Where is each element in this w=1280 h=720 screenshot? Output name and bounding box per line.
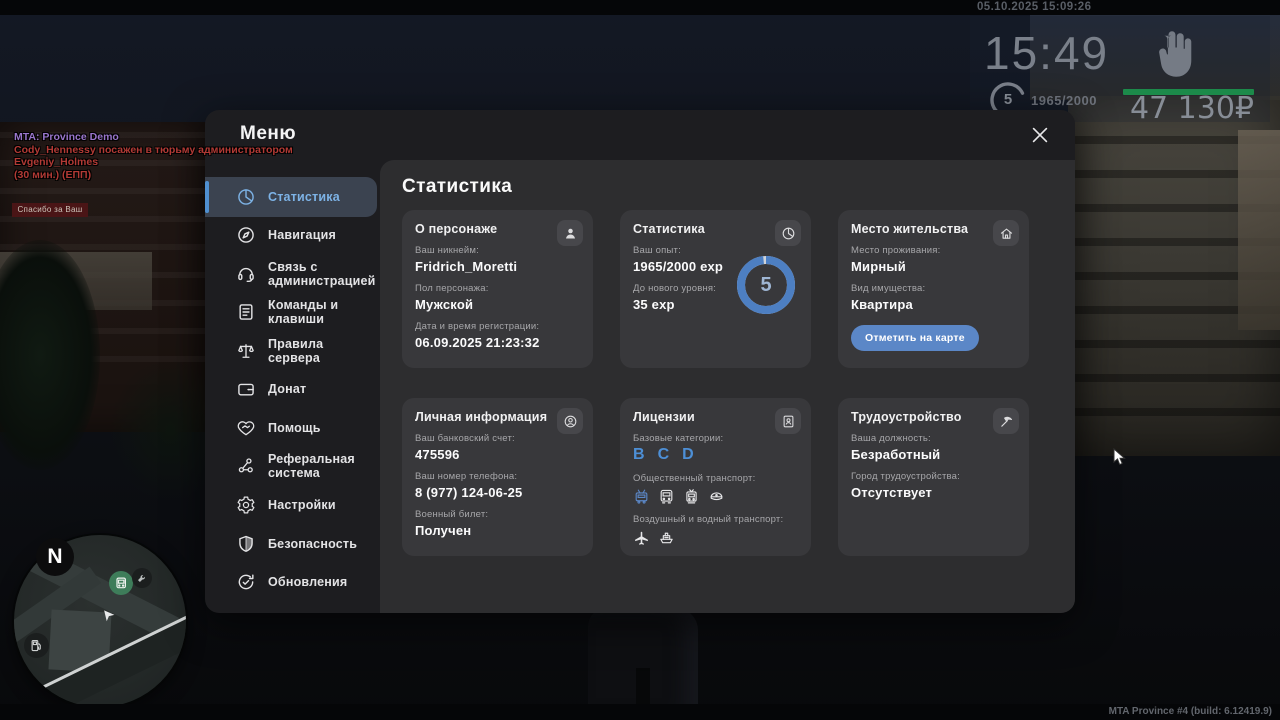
license-category-b: B [633, 446, 645, 464]
chat-line-admin-action: Cody_Hennessy посажен в тюрьму администр… [14, 144, 366, 169]
refresh-check-icon [236, 572, 256, 592]
shield-icon [236, 534, 256, 554]
mouse-cursor [1113, 448, 1127, 466]
gear-icon [236, 495, 256, 515]
bottom-bar [0, 704, 1280, 720]
boat-icon [658, 529, 675, 546]
menu-window: Меню Статистика Навигация Связь с админи… [205, 110, 1075, 613]
card-licenses: Лицензии Базовые категории: B C D Общест… [620, 398, 811, 556]
person-circle-icon [557, 408, 583, 434]
chat-line-admin-action-2: (30 мин.) (ЕПП) [14, 169, 366, 182]
sidebar-item-donate[interactable]: Донат [205, 370, 377, 408]
id-card-icon [775, 408, 801, 434]
hud-clock: 15:49 [984, 26, 1109, 80]
headset-icon [236, 264, 256, 284]
scene-banner-text: Спасибо за Ваш [12, 203, 88, 217]
pie-chart-icon [775, 220, 801, 246]
mark-on-map-button[interactable]: Отметить на карте [851, 325, 979, 351]
card-residence: Место жительства Место проживания: Мирны… [838, 210, 1029, 368]
scene-tower [1238, 130, 1280, 330]
raised-fist-icon [1146, 28, 1198, 84]
sidebar-item-security[interactable]: Безопасность [205, 525, 377, 563]
person-icon [557, 220, 583, 246]
server-datetime: 05.10.2025 15:09:26 [977, 1, 1091, 13]
sidebar-item-server-rules[interactable]: Правила сервера [205, 332, 377, 370]
license-categories: B C D [633, 446, 798, 464]
menu-content: Статистика О персонаже Ваш никнейм: Frid… [380, 160, 1075, 613]
wallet-icon [236, 379, 256, 399]
service-cap-icon [708, 488, 725, 505]
sidebar-item-updates[interactable]: Обновления [205, 563, 377, 601]
license-category-d: D [682, 446, 694, 464]
scales-icon [236, 341, 256, 361]
fuel-station-blip [24, 633, 49, 658]
tram-icon [683, 488, 700, 505]
card-employment: Трудоустройство Ваша должность: Безработ… [838, 398, 1029, 556]
document-list-icon [236, 302, 256, 322]
chat-line-server: MTA: Province Demo [14, 131, 366, 144]
card-statistics: Статистика Ваш опыт: 1965/2000 exp До но… [620, 210, 811, 368]
sidebar-item-settings[interactable]: Настройки [205, 486, 377, 524]
plane-icon [633, 529, 650, 546]
air-water-licenses [633, 529, 798, 546]
card-about-character: О персонаже Ваш никнейм: Fridrich_Morett… [402, 210, 593, 368]
sidebar-item-referral-system[interactable]: Реферальная система [205, 440, 377, 492]
hud-exp-value: 1965/2000 [1031, 93, 1097, 108]
heart-hands-icon [236, 418, 256, 438]
hud-money-value: 47 130₽ [1090, 91, 1254, 126]
house-icon [993, 220, 1019, 246]
pickaxe-icon [993, 408, 1019, 434]
close-icon[interactable] [1029, 124, 1051, 146]
game-screen: Спасибо за Ваш 05.10.2025 15:09:26 MTA P… [0, 0, 1280, 720]
minimap: N [14, 535, 186, 707]
card-personal-info: Личная информация Ваш банковский счет: 4… [402, 398, 593, 556]
sidebar-item-commands-keys[interactable]: Команды и клавиши [205, 286, 377, 338]
build-version-label: MTA Province #4 (build: 6.12419.9) [1109, 706, 1272, 717]
bus-stop-blip [109, 571, 133, 595]
hud-panel: 15:49 5 1965/2000 47 130₽ [970, 16, 1270, 122]
active-indicator [205, 181, 209, 213]
mechanic-blip [132, 568, 152, 588]
bus-icon [658, 488, 675, 505]
sidebar-item-statistics[interactable]: Статистика [205, 177, 377, 217]
page-title: Статистика [402, 176, 512, 198]
chat-log: MTA: Province Demo Cody_Hennessy посажен… [14, 131, 366, 181]
public-transport-licenses [633, 488, 798, 505]
compass-icon [236, 225, 256, 245]
trolleybus-icon [633, 488, 650, 505]
level-value: 5 [735, 254, 797, 316]
compass-north-badge: N [36, 538, 74, 576]
network-icon [236, 456, 256, 476]
pie-chart-icon [236, 187, 256, 207]
license-category-c: C [658, 446, 670, 464]
